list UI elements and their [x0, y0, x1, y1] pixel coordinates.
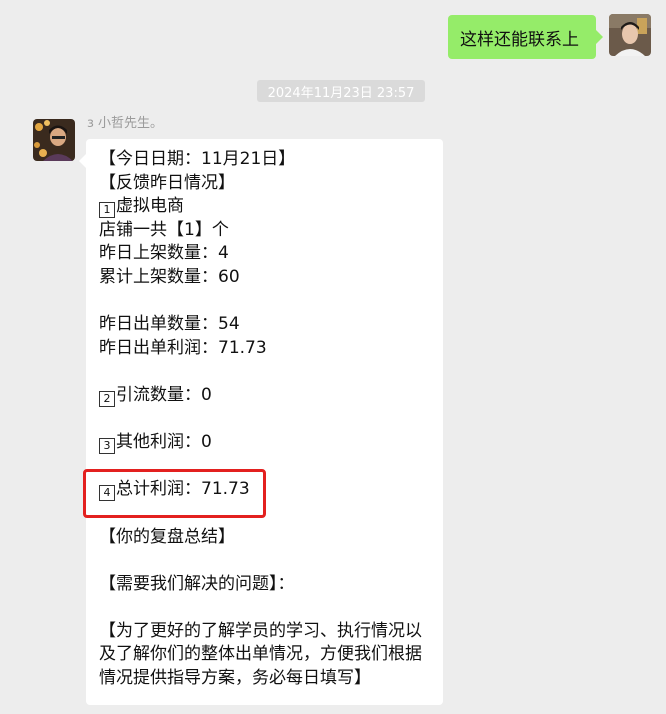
instruction-note: 【为了更好的了解学员的学习、执行情况以及了解你们的整体出单情况，方便我们根据情况…: [99, 620, 422, 689]
outgoing-message-text: 这样还能联系上: [460, 29, 579, 50]
number-box-icon: 3: [99, 438, 115, 455]
number-box-icon: 1: [99, 202, 115, 219]
report-date-line: 【今日日期：11月21日】: [99, 149, 296, 169]
shop-count-line: 店铺一共【1】个: [99, 219, 229, 240]
listed-total-line: 累计上架数量：60: [99, 266, 240, 287]
orders-yesterday-line: 昨日出单数量：54: [99, 314, 240, 335]
section-1-line: 1 虚拟电商: [99, 195, 431, 219]
sender-name: ɜ 小哲先生。: [87, 116, 164, 131]
total-profit-highlight-box: [83, 469, 266, 518]
my-avatar[interactable]: [609, 14, 651, 56]
section-2-line: 2 引流数量：0: [99, 384, 431, 408]
outgoing-message-bubble[interactable]: 这样还能联系上: [448, 15, 603, 59]
feedback-heading: 【反馈昨日情况】: [99, 172, 235, 193]
message-timestamp: 2024年11月23日 23:57: [257, 80, 425, 102]
number-box-icon: 2: [99, 390, 115, 407]
section-2-title: 引流数量：0: [116, 384, 212, 405]
sender-avatar[interactable]: [33, 119, 75, 161]
listed-yesterday-line: 昨日上架数量：4: [99, 243, 229, 264]
section-1-title: 虚拟电商: [116, 196, 184, 217]
section-3-title: 其他利润：0: [116, 432, 212, 453]
section-3-line: 3 其他利润：0: [99, 431, 431, 455]
profit-yesterday-line: 昨日出单利润：71.73: [99, 337, 267, 358]
problems-heading: 【需要我们解决的问题】：: [99, 573, 295, 594]
review-heading: 【你的复盘总结】: [99, 526, 235, 547]
incoming-message-bubble[interactable]: 【今日日期：11月21日】 【反馈昨日情况】 1 虚拟电商 店铺一共【1】个 昨日…: [79, 139, 443, 705]
